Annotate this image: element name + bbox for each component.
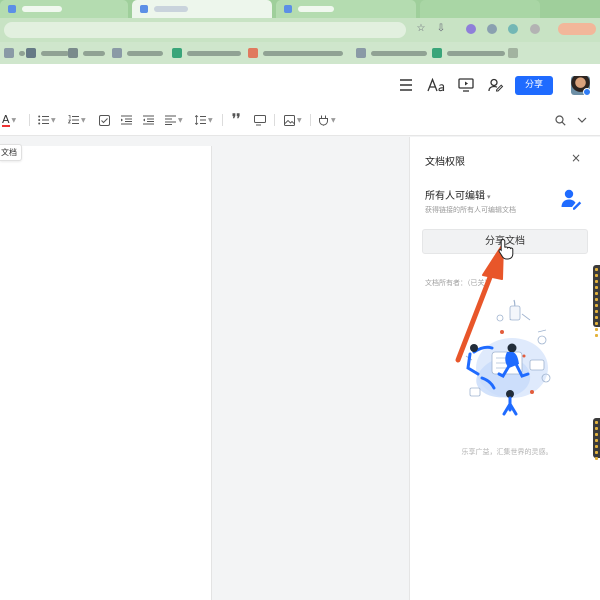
chevron-down-icon: ▼ (331, 116, 336, 124)
bullet-list-button[interactable]: ▼ (38, 113, 56, 127)
permission-dropdown[interactable]: 所有人可编辑 ▾ (425, 187, 491, 202)
bookmark-star-icon[interactable]: ☆ (414, 22, 428, 36)
bookmark-item[interactable] (248, 47, 343, 59)
shared-users-icon[interactable] (560, 188, 582, 210)
user-avatar[interactable] (571, 76, 590, 95)
bookmarks-bar (0, 42, 600, 64)
document-page[interactable] (0, 146, 212, 600)
toolbar-divider (310, 114, 311, 126)
permission-label: 所有人可编辑 (425, 191, 485, 202)
app-header (0, 64, 600, 106)
document-owner-label: 文档所有者：（已关） (425, 279, 492, 287)
chevron-down-icon: ▼ (81, 116, 86, 124)
browser-tab-bar (0, 0, 600, 18)
collaborator-icon[interactable] (486, 75, 506, 95)
menu-icon[interactable] (396, 75, 416, 95)
collaboration-illustration (465, 299, 551, 416)
editor-background (213, 137, 409, 600)
chevron-down-icon (577, 117, 587, 123)
checklist-button[interactable] (99, 113, 110, 127)
permission-description: 获得链接的所有人可编辑文档 (425, 206, 516, 214)
font-color-button[interactable]: A ▼ (2, 113, 16, 127)
outdent-button[interactable] (143, 113, 154, 127)
extension-icon[interactable] (487, 24, 497, 34)
extension-icon[interactable] (508, 24, 518, 34)
share-button[interactable]: 分享 (515, 76, 553, 95)
numbered-list-button[interactable]: ▼ (68, 113, 86, 127)
close-icon[interactable]: × (569, 151, 583, 165)
search-icon[interactable] (555, 113, 566, 127)
chevron-down-icon: ▼ (178, 116, 183, 124)
collapse-toolbar-button[interactable] (577, 113, 587, 127)
url-field[interactable] (4, 22, 406, 38)
toolbar-divider (29, 114, 30, 126)
chevron-down-icon: ▼ (51, 116, 56, 124)
chevron-down-icon: ▾ (487, 193, 491, 201)
bookmark-item[interactable] (68, 47, 105, 59)
browser-tab[interactable] (276, 0, 416, 18)
align-button[interactable]: ▼ (165, 113, 183, 127)
extension-icon[interactable] (530, 24, 540, 34)
address-bar: ☆ ⇩ (0, 18, 600, 42)
side-dock-handle[interactable] (593, 265, 600, 337)
mouse-cursor-icon (498, 238, 514, 260)
browser-tab[interactable] (0, 0, 128, 18)
bookmark-item[interactable] (4, 47, 25, 59)
present-icon[interactable] (456, 75, 476, 95)
line-spacing-button[interactable]: ▼ (195, 113, 213, 127)
bookmark-item[interactable] (172, 47, 241, 59)
download-icon[interactable]: ⇩ (434, 22, 448, 36)
bookmark-item[interactable] (112, 47, 163, 59)
toolbar-divider (274, 114, 275, 126)
avatar-badge (583, 88, 590, 95)
panel-slogan: 乐享广益，汇集世界的灵感。 (461, 448, 553, 456)
browser-profile-button[interactable] (558, 23, 596, 35)
chevron-down-icon: ▼ (297, 116, 302, 124)
bookmark-item[interactable] (356, 47, 427, 59)
browser-tab-active[interactable] (132, 0, 272, 18)
chevron-down-icon: ▼ (11, 116, 17, 124)
tab-favicon (8, 5, 16, 13)
insert-image-button[interactable]: ▼ (284, 113, 302, 127)
side-dock-handle[interactable] (593, 418, 600, 460)
quote-button[interactable]: ❜❜ (232, 113, 240, 127)
indent-button[interactable] (121, 113, 132, 127)
extension-icon[interactable] (466, 24, 476, 34)
panel-title: 文档权限 (425, 157, 465, 168)
highlight-block-button[interactable] (254, 113, 266, 127)
quote-icon: ❜❜ (232, 112, 241, 127)
plugin-button[interactable]: ▼ (318, 113, 336, 127)
browser-tab[interactable] (420, 0, 540, 18)
font-style-icon[interactable] (426, 75, 446, 95)
font-color-icon: A (2, 112, 10, 127)
toolbar-divider (222, 114, 223, 126)
document-tab-chip[interactable]: 文档 (0, 144, 22, 161)
bookmark-item[interactable] (508, 47, 523, 59)
tab-favicon (140, 5, 148, 13)
bookmark-item[interactable] (26, 47, 69, 59)
bookmark-item[interactable] (432, 47, 505, 59)
chevron-down-icon: ▼ (208, 116, 213, 124)
tab-favicon (284, 5, 292, 13)
